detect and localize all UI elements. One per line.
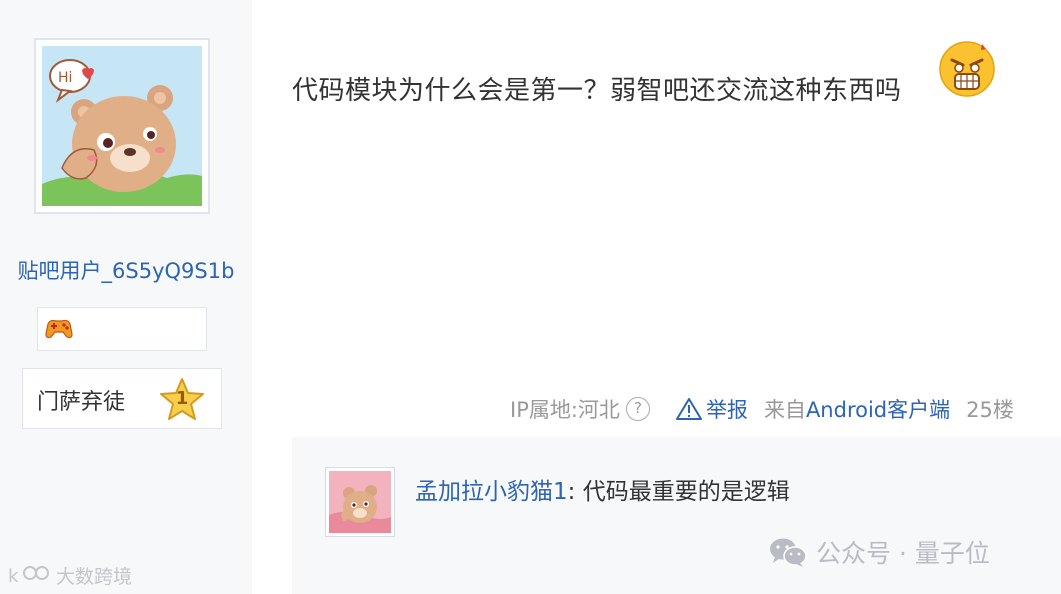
report-label: 举报 bbox=[705, 398, 748, 422]
bear-reply-avatar-image bbox=[329, 471, 391, 533]
gamepad-badge-icon[interactable] bbox=[44, 316, 74, 342]
reply-section bbox=[292, 437, 1061, 594]
source-prefix: 来自 bbox=[763, 398, 806, 422]
bear-avatar-image: Hi bbox=[42, 46, 202, 206]
floor-number: 25楼 bbox=[966, 398, 1014, 422]
reply-separator: : bbox=[567, 479, 576, 505]
post-meta: IP属地:河北 ? 举报 来自Android客户端 25楼 bbox=[510, 393, 1014, 425]
svg-text:Hi: Hi bbox=[58, 70, 72, 86]
watermark-wechat: 公众号 · 量子位 bbox=[768, 535, 990, 569]
watermark-bottom-left: k 大数跨境 bbox=[8, 562, 132, 588]
badge-box bbox=[37, 307, 207, 351]
reply-line: 孟加拉小豹猫1: 代码最重要的是逻辑 bbox=[415, 472, 790, 506]
reply-avatar[interactable] bbox=[325, 467, 395, 537]
ip-location: IP属地:河北 bbox=[510, 398, 620, 422]
author-sidebar: Hi 贴吧用户_6S5yQ9S1b 门萨弃徒 1 bbox=[0, 0, 252, 594]
client-link[interactable]: Android客户端 bbox=[806, 398, 950, 422]
post-content: 代码模块为什么会是第一？弱智吧还交流这种东西吗 bbox=[292, 76, 902, 106]
wechat-icon bbox=[770, 538, 807, 567]
svg-text:k: k bbox=[8, 566, 19, 586]
level-number: 1 bbox=[175, 388, 189, 409]
author-username[interactable]: 贴吧用户_6S5yQ9S1b bbox=[0, 255, 252, 285]
reply-username[interactable]: 孟加拉小豹猫1 bbox=[415, 479, 568, 505]
angry-face-icon bbox=[939, 41, 995, 97]
help-icon[interactable]: ? bbox=[625, 397, 650, 421]
level-box: 门萨弃徒 1 bbox=[22, 368, 222, 429]
watermark-logo-icon: k bbox=[8, 566, 49, 586]
reply-content: 代码最重要的是逻辑 bbox=[582, 479, 790, 505]
post-source: 来自Android客户端 bbox=[764, 394, 950, 424]
watermark-right-text: 公众号 · 量子位 bbox=[816, 539, 990, 568]
report-button[interactable]: 举报 bbox=[675, 394, 748, 424]
level-title[interactable]: 门萨弃徒 bbox=[37, 384, 125, 416]
author-avatar[interactable]: Hi bbox=[34, 38, 210, 214]
warning-icon bbox=[675, 398, 702, 420]
watermark-left-text: 大数跨境 bbox=[56, 565, 133, 588]
